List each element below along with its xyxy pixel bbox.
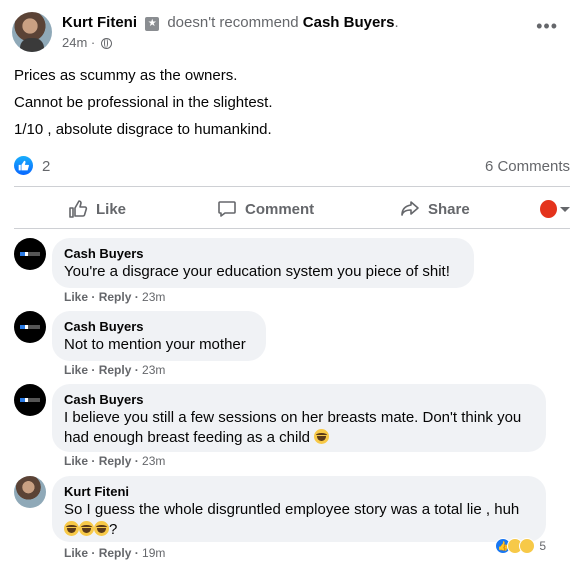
like-button[interactable]: Like <box>68 192 126 226</box>
commenter-avatar[interactable] <box>14 311 46 343</box>
comment-time[interactable]: 23m <box>142 454 165 468</box>
thumbs-up-icon <box>68 199 88 219</box>
comment-text-line: So I guess the whole disgruntled employe… <box>64 501 520 518</box>
review-verb: doesn't recommend <box>167 14 299 31</box>
comment-meta: Like · Reply · 23m <box>64 290 166 304</box>
comment-like-link[interactable]: Like <box>64 454 88 468</box>
comment-reactions[interactable]: 👍 5 <box>495 538 546 554</box>
comment-bubble: Cash Buyers You're a disgrace your educa… <box>52 238 474 288</box>
share-label: Share <box>428 200 470 218</box>
comment-reaction-count: 5 <box>539 539 546 553</box>
more-options-icon[interactable]: ••• <box>536 17 558 35</box>
post-meta: 24m · <box>62 35 112 50</box>
comment-meta: Like · Reply · 23m <box>64 363 166 377</box>
kiss-reaction-icon <box>519 538 536 554</box>
like-label: Like <box>96 200 127 218</box>
post-actions: Like Comment Share <box>14 192 570 226</box>
comment-as-selector[interactable] <box>540 200 570 218</box>
like-badge-icon[interactable] <box>14 156 33 175</box>
post-line: Cannot be professional in the slightest. <box>14 94 273 111</box>
comment-icon <box>217 199 237 219</box>
comments-count-link[interactable]: 6 Comments <box>485 158 570 175</box>
post-line: 1/10 , absolute disgrace to humankind. <box>14 121 272 138</box>
commenter-avatar[interactable] <box>14 238 46 270</box>
comment-text: Not to mention your mother <box>64 336 246 353</box>
laughing-emoji-icon <box>79 521 94 536</box>
comment-text-line: had enough breast feeding as a child <box>64 428 534 448</box>
comment-text-line: ? <box>64 520 534 540</box>
comment-like-link[interactable]: Like <box>64 363 88 377</box>
share-button[interactable]: Share <box>400 192 470 226</box>
commenter-avatar[interactable] <box>14 384 46 416</box>
commenter-name[interactable]: Cash Buyers <box>64 392 534 408</box>
post-header: Kurt Fiteni ★ doesn't recommend Cash Buy… <box>12 12 558 56</box>
comment-like-link[interactable]: Like <box>64 290 88 304</box>
commenter-name[interactable]: Cash Buyers <box>64 246 462 262</box>
share-arrow-icon <box>400 199 420 219</box>
commenter-name[interactable]: Kurt Fiteni <box>64 484 534 500</box>
meta-separator: · <box>90 35 96 50</box>
title-period: . <box>394 14 399 31</box>
commenter-avatar[interactable] <box>14 476 46 508</box>
comment-text: You're a disgrace your education system … <box>64 263 450 280</box>
reaction-count[interactable]: 2 <box>42 158 50 175</box>
post-author-name[interactable]: Kurt Fiteni <box>62 14 137 31</box>
post-body: Prices as scummy as the owners. Cannot b… <box>14 62 554 143</box>
review-star-icon: ★ <box>145 17 160 31</box>
comment-reply-link[interactable]: Reply <box>99 546 132 560</box>
comment-time[interactable]: 23m <box>142 290 165 304</box>
laughing-emoji-icon <box>64 521 79 536</box>
divider <box>14 228 570 229</box>
comment-bubble: Kurt Fiteni So I guess the whole disgrun… <box>52 476 546 542</box>
comment-reply-link[interactable]: Reply <box>99 454 132 468</box>
divider <box>14 186 570 187</box>
page-avatar <box>540 200 557 218</box>
reactions-summary: 2 6 Comments <box>14 154 570 180</box>
comment-time[interactable]: 19m <box>142 546 165 560</box>
comment-time[interactable]: 23m <box>142 363 165 377</box>
comment-like-link[interactable]: Like <box>64 546 88 560</box>
comment-label: Comment <box>245 200 315 218</box>
post-line: Prices as scummy as the owners. <box>14 67 238 84</box>
comment-button[interactable]: Comment <box>217 192 314 226</box>
commenter-name[interactable]: Cash Buyers <box>64 319 254 335</box>
globe-icon <box>100 38 112 49</box>
comment-bubble: Cash Buyers Not to mention your mother <box>52 311 266 361</box>
comment-meta: Like · Reply · 19m <box>64 546 166 560</box>
author-avatar[interactable] <box>12 12 52 52</box>
comment-text-line-2: had enough breast feeding as a child <box>64 429 311 446</box>
post-time[interactable]: 24m <box>62 35 87 50</box>
laughing-emoji-icon <box>94 521 109 536</box>
comment-reply-link[interactable]: Reply <box>99 363 132 377</box>
caret-down-icon <box>560 206 570 212</box>
reviewed-page-name[interactable]: Cash Buyers <box>303 14 395 31</box>
comment-bubble: Cash Buyers I believe you still a few se… <box>52 384 546 452</box>
comment-meta: Like · Reply · 23m <box>64 454 166 468</box>
post-title-line: Kurt Fiteni ★ doesn't recommend Cash Buy… <box>62 14 399 31</box>
comment-reply-link[interactable]: Reply <box>99 290 132 304</box>
comment-text-line: I believe you still a few sessions on he… <box>64 409 522 426</box>
laughing-emoji-icon <box>314 429 330 444</box>
comment-text-suffix: ? <box>109 521 118 538</box>
